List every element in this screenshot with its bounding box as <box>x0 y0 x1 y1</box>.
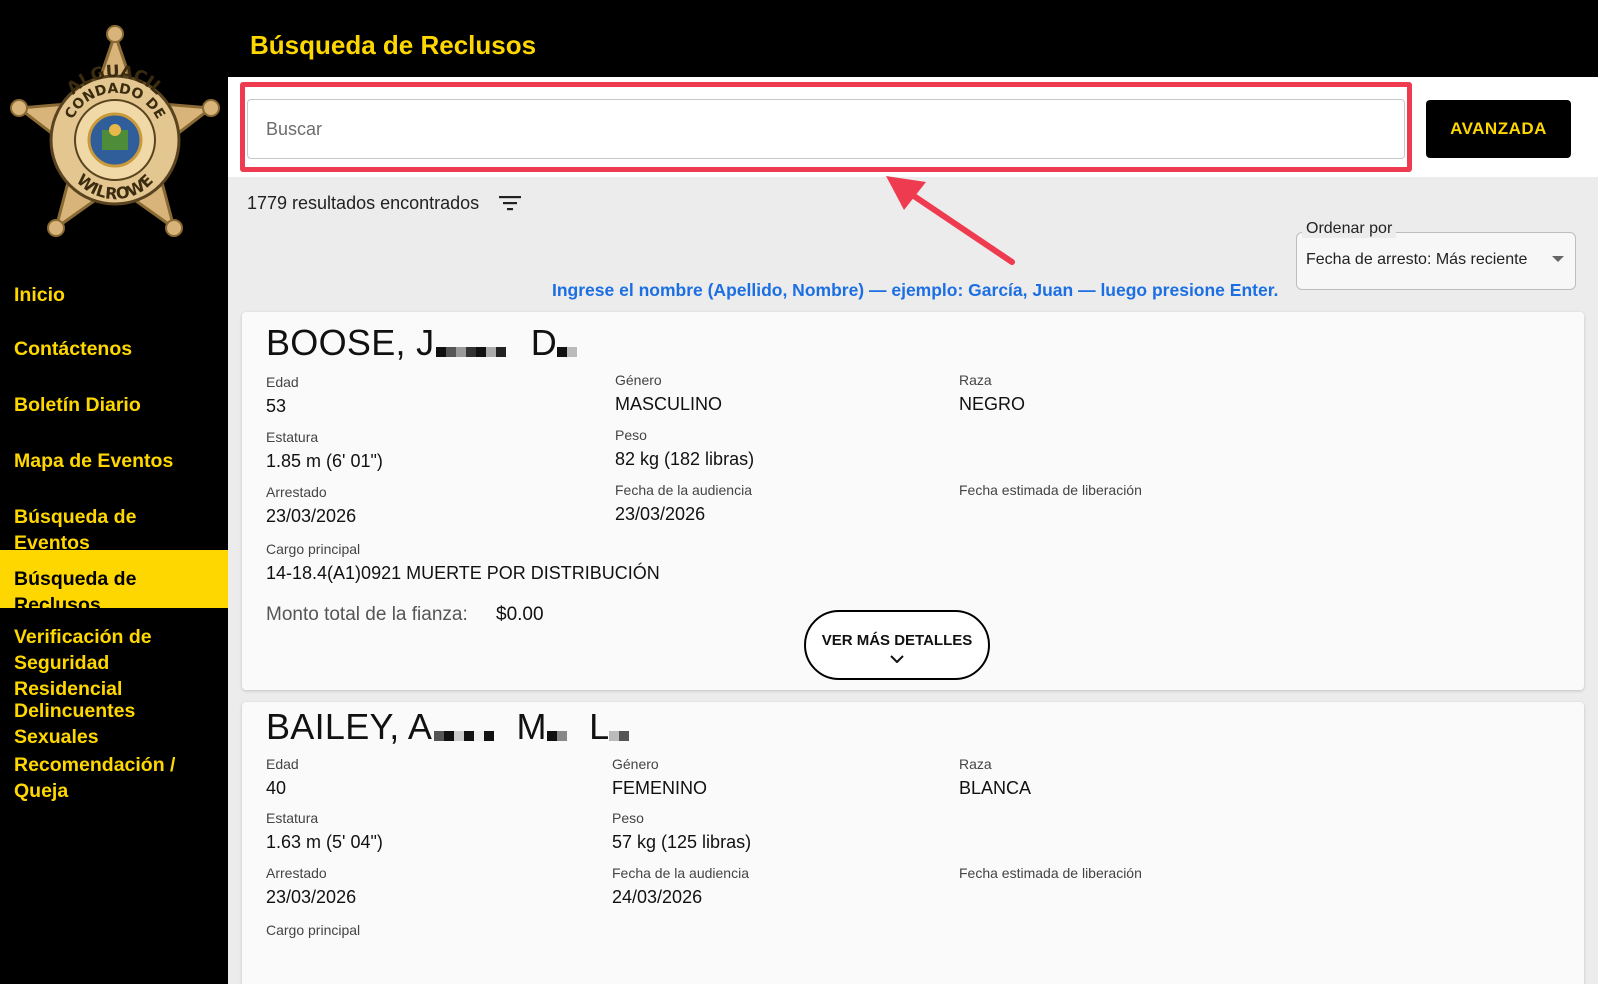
red-arrow-annotation <box>886 176 1015 265</box>
advanced-search-button[interactable]: AVANZADA <box>1426 100 1571 158</box>
sidebar-item-boletin-diario[interactable]: Boletín Diario <box>0 382 228 438</box>
inmate-card: BAILEY, A M L Edad 40 Género FEMENINO Ra… <box>242 702 1584 984</box>
age-value: 53 <box>266 396 287 416</box>
sheriff-badge-logo: ALGUACIL CONDADO DE WILROWE <box>10 25 220 237</box>
hearing-value: 24/03/2026 <box>612 887 703 907</box>
sidebar-nav: Inicio Contáctenos Boletín Diario Mapa d… <box>0 270 228 812</box>
race-value: NEGRO <box>959 394 1026 414</box>
search-hint: Ingrese el nombre (Apellido, Nombre) — e… <box>552 280 1279 300</box>
redacted-block <box>434 708 495 750</box>
gender-value: MASCULINO <box>615 394 723 414</box>
age-label: Edad <box>266 374 299 390</box>
results-count: 1779 resultados encontrados <box>247 193 480 213</box>
inmate-last-name: BAILEY, A <box>266 706 433 747</box>
height-value: 1.63 m (5' 04") <box>266 832 383 852</box>
height-label: Estatura <box>266 429 319 445</box>
age-value: 40 <box>266 778 287 798</box>
height-label: Estatura <box>266 810 319 826</box>
bond-label: Monto total de la fianza: <box>266 604 468 625</box>
view-more-details-button[interactable]: VER MÁS DETALLES <box>804 610 990 680</box>
arrested-label: Arrestado <box>266 484 327 500</box>
details-button-label: VER MÁS DETALLES <box>821 631 973 649</box>
sort-selected-value: Fecha de arresto: Más reciente <box>1306 251 1528 268</box>
sort-label: Ordenar por <box>1302 220 1397 238</box>
arrested-label: Arrestado <box>266 865 327 881</box>
race-label: Raza <box>959 372 992 388</box>
weight-value: 82 kg (182 libras) <box>615 449 755 469</box>
hearing-label: Fecha de la audiencia <box>615 482 752 498</box>
release-label: Fecha estimada de liberación <box>959 482 1142 498</box>
sidebar-item-inicio[interactable]: Inicio <box>0 270 228 326</box>
inmate-last-name: BOOSE, J <box>266 322 435 363</box>
arrested-value: 23/03/2026 <box>266 506 357 526</box>
inmate-card: BOOSE, J D Edad 53 Género MASCULINO Raza… <box>242 312 1584 690</box>
arrested-value: 23/03/2026 <box>266 887 357 907</box>
redacted-block <box>436 324 507 366</box>
caret-down-icon <box>1552 256 1564 262</box>
sidebar-item-busqueda-de-reclusos[interactable]: Búsqueda de Reclusos <box>0 550 228 616</box>
sidebar-item-mapa-de-eventos[interactable]: Mapa de Eventos <box>0 438 228 494</box>
chevron-down-icon <box>890 654 904 663</box>
filter-icon[interactable] <box>498 193 522 213</box>
gender-label: Género <box>615 372 662 388</box>
sidebar-item-recomendacion-queja[interactable]: Recomendación / Queja <box>0 742 190 812</box>
weight-label: Peso <box>615 427 647 443</box>
sidebar-item-contactenos[interactable]: Contáctenos <box>0 326 228 382</box>
redacted-block <box>609 708 630 750</box>
bond-value: $0.00 <box>496 604 544 625</box>
charge-value: 14-18.4(A1)0921 MUERTE POR DISTRIBUCIÓN <box>266 563 660 583</box>
charge-label: Cargo principal <box>266 541 361 557</box>
inmate-suffix-initial: L <box>589 706 610 747</box>
age-label: Edad <box>266 756 299 772</box>
charge-label: Cargo principal <box>266 922 361 938</box>
redacted-block <box>557 324 578 366</box>
inmate-name: BOOSE, J D <box>266 322 578 366</box>
gender-value: FEMENINO <box>612 778 708 798</box>
inmate-middle-initial: D <box>530 322 558 363</box>
sidebar: ALGUACIL CONDADO DE WILROWE Inicio Contá… <box>0 0 228 984</box>
inmate-name: BAILEY, A M L <box>266 706 630 750</box>
race-value: BLANCA <box>959 778 1032 798</box>
top-header: Búsqueda de Reclusos <box>228 0 1598 77</box>
weight-value: 57 kg (125 libras) <box>612 832 752 852</box>
sidebar-item-verificacion-seguridad[interactable]: Verificación de Seguridad Residencial <box>0 608 228 700</box>
gender-label: Género <box>612 756 659 772</box>
page-title: Búsqueda de Reclusos <box>250 30 537 60</box>
hearing-value: 23/03/2026 <box>615 504 706 524</box>
height-value: 1.85 m (6' 01") <box>266 451 383 471</box>
sidebar-item-busqueda-de-eventos[interactable]: Búsqueda de Eventos <box>0 494 228 554</box>
inmate-middle-initial: M <box>516 706 547 747</box>
search-highlight-annotation <box>240 82 1412 172</box>
race-label: Raza <box>959 756 992 772</box>
hearing-label: Fecha de la audiencia <box>612 865 749 881</box>
redacted-block <box>546 708 567 750</box>
release-label: Fecha estimada de liberación <box>959 865 1142 881</box>
weight-label: Peso <box>612 810 644 826</box>
